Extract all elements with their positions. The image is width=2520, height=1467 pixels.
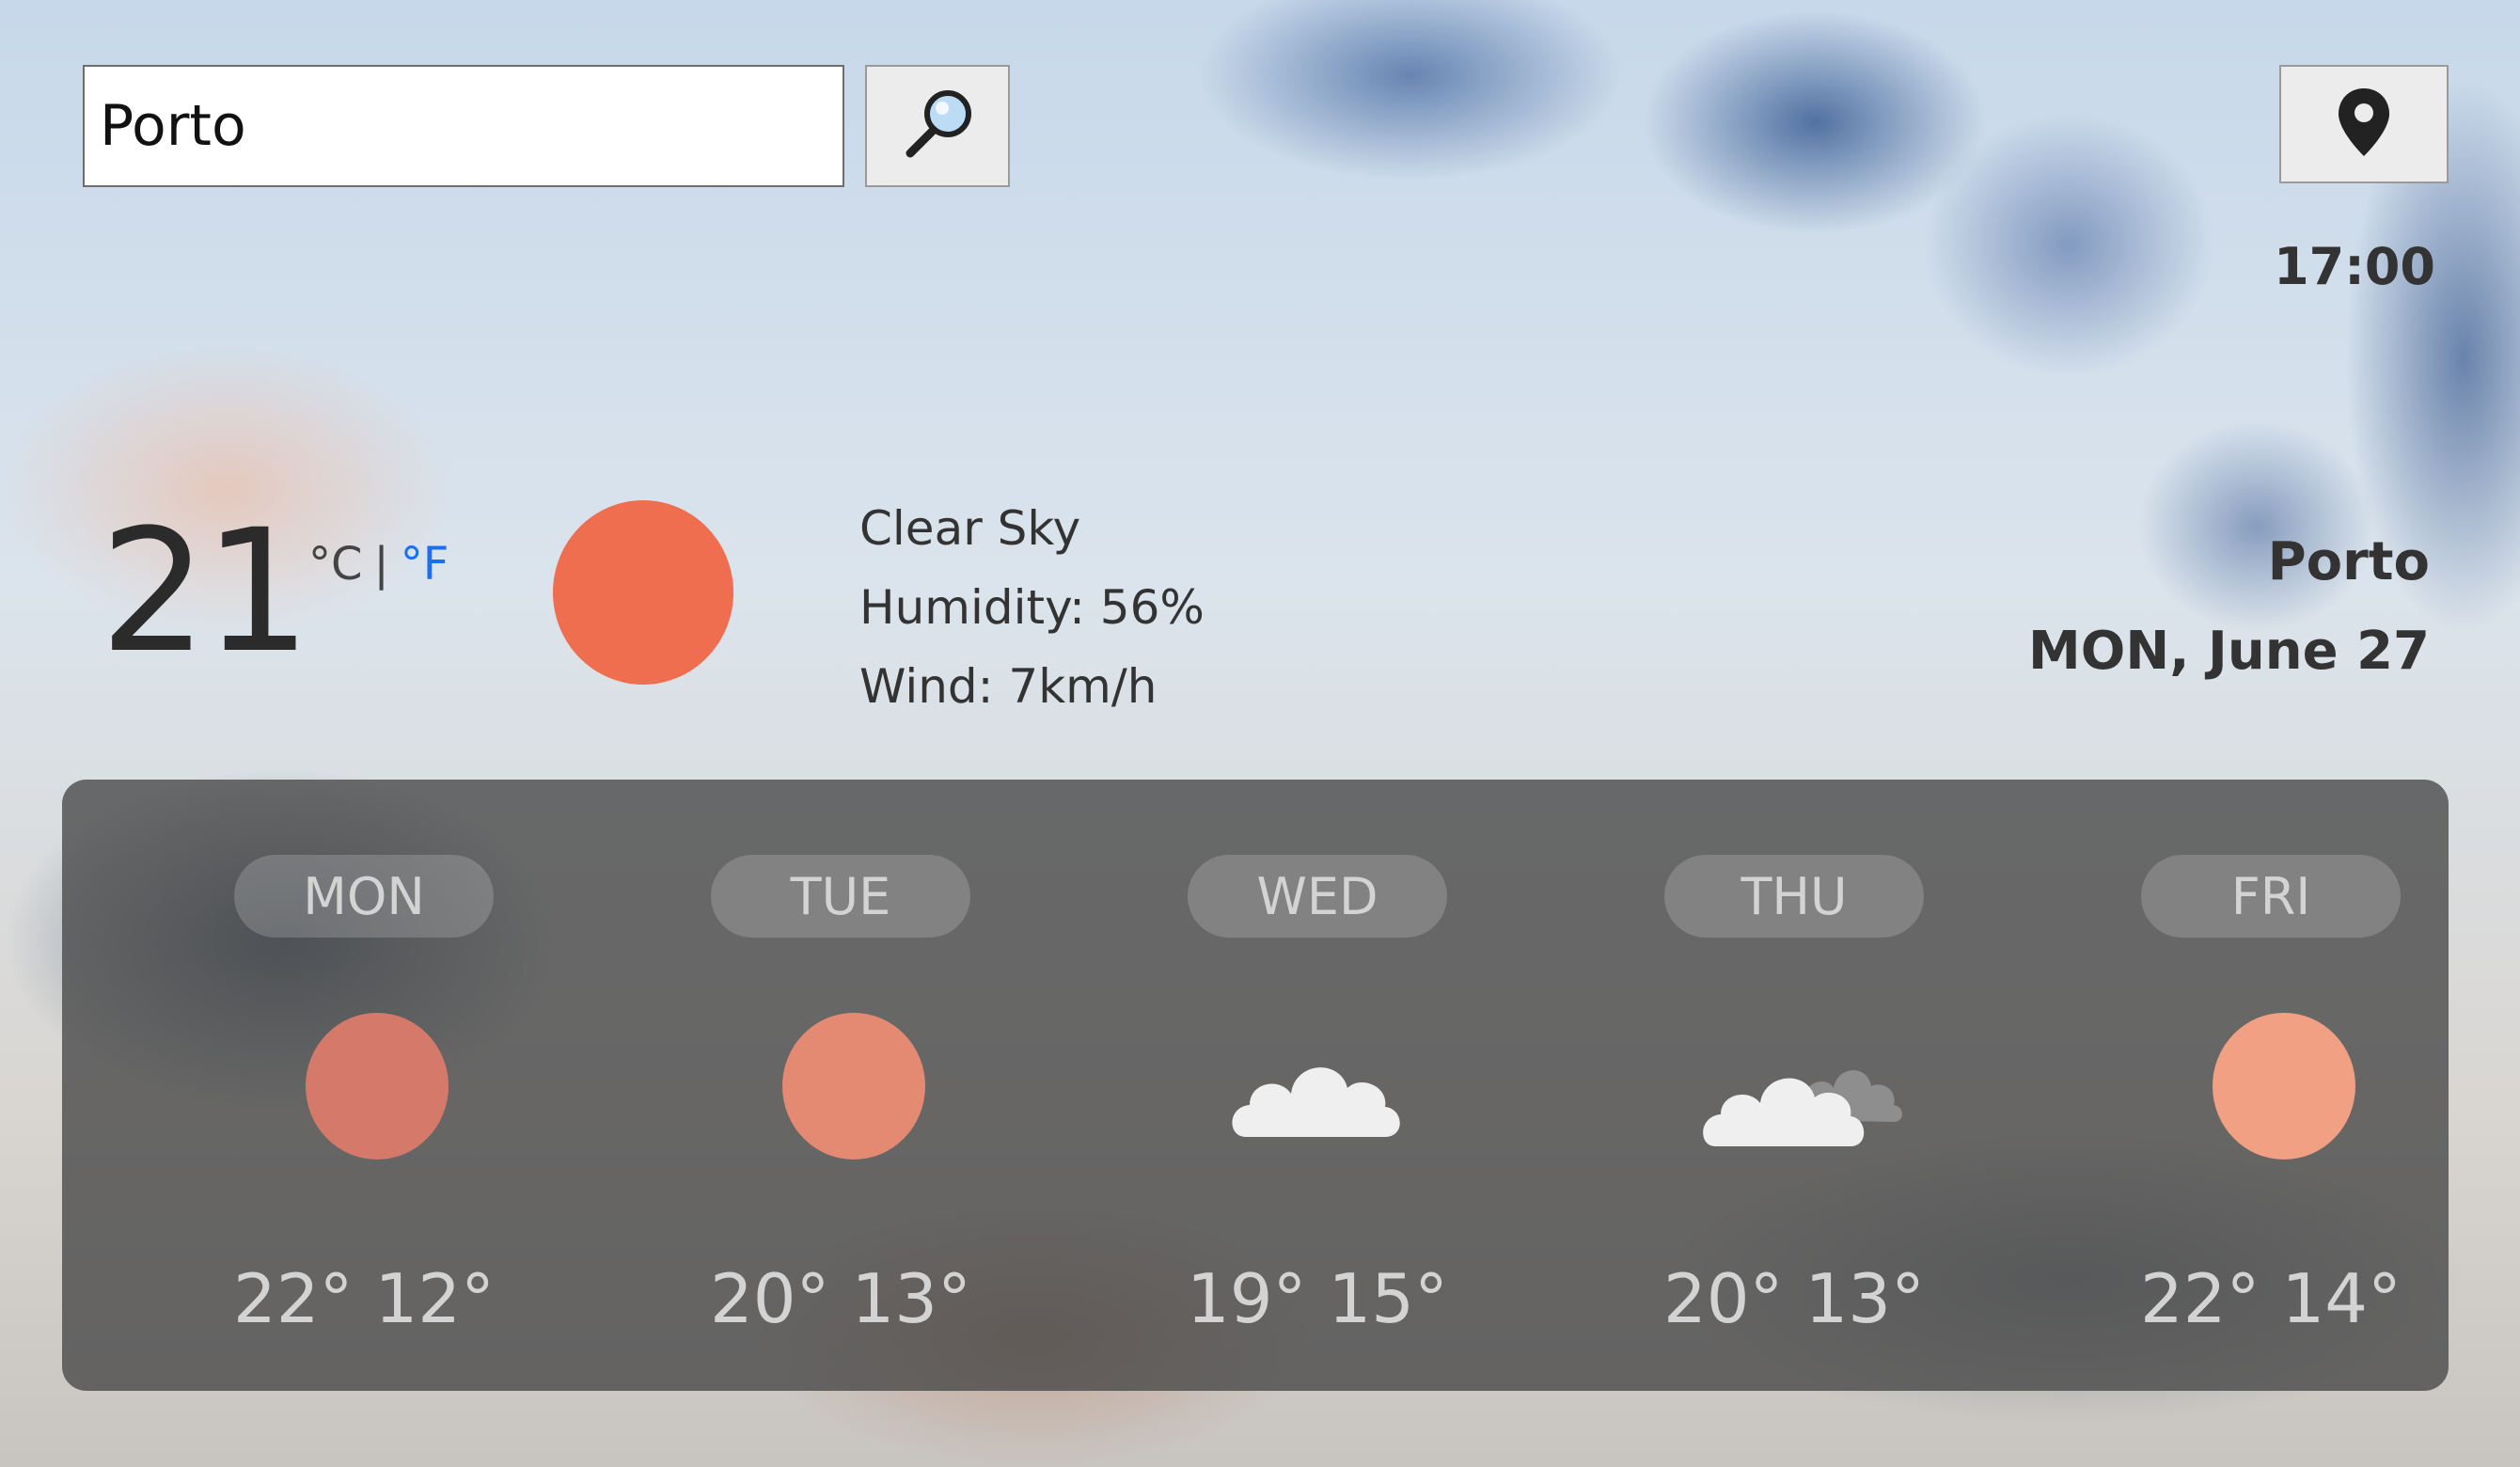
condition-text: Clear Sky — [859, 501, 1081, 556]
sun-icon — [2177, 1005, 2365, 1165]
sun-icon — [270, 1005, 458, 1165]
forecast-day: WED 19° 15° — [1122, 780, 1498, 1391]
forecast-day: TUE 20° 13° — [645, 780, 1021, 1391]
day-temperatures: 19° 15° — [1186, 1259, 1449, 1338]
day-temperatures: 22° 14° — [2139, 1259, 2402, 1338]
day-temperatures: 20° 13° — [1662, 1259, 1926, 1338]
unit-separator: | — [373, 538, 389, 591]
location-button[interactable] — [2279, 65, 2449, 183]
current-temperature: 21 — [100, 494, 311, 690]
current-date: MON, June 27 — [2028, 621, 2430, 682]
current-time: 17:00 — [2274, 237, 2435, 296]
day-label: THU — [1664, 855, 1924, 938]
day-label: FRI — [2141, 855, 2401, 938]
day-label: TUE — [711, 855, 970, 938]
day-label: WED — [1188, 855, 1447, 938]
sun-icon — [747, 1005, 935, 1165]
day-temperatures: 22° 12° — [232, 1259, 496, 1338]
forecast-panel: MON 22° 12° TUE 20° 13° WED 19° 15° THU … — [62, 780, 2449, 1391]
search-button[interactable] — [865, 65, 1010, 187]
wind-text: Wind: 7km/h — [859, 659, 1158, 714]
sun-icon — [553, 500, 733, 685]
forecast-day: FRI 22° 14° — [2075, 780, 2451, 1391]
day-temperatures: 20° 13° — [709, 1259, 972, 1338]
unit-toggle: °C | °F — [308, 538, 449, 591]
unit-fahrenheit-link[interactable]: °F — [401, 538, 449, 591]
weather-details: Clear Sky Humidity: 56% Wind: 7km/h — [859, 489, 1205, 726]
day-label: MON — [234, 855, 494, 938]
forecast-day: THU 20° 13° — [1599, 780, 1975, 1391]
cloud-icon — [1223, 1005, 1411, 1165]
search-icon — [897, 84, 978, 168]
search-input[interactable] — [83, 65, 844, 187]
location-pin-icon — [2336, 87, 2392, 162]
city-name: Porto — [2267, 531, 2430, 592]
forecast-day: MON 22° 12° — [168, 780, 544, 1391]
unit-celsius[interactable]: °C — [308, 538, 363, 591]
humidity-text: Humidity: 56% — [859, 580, 1205, 635]
clouds-icon — [1700, 1005, 1902, 1165]
